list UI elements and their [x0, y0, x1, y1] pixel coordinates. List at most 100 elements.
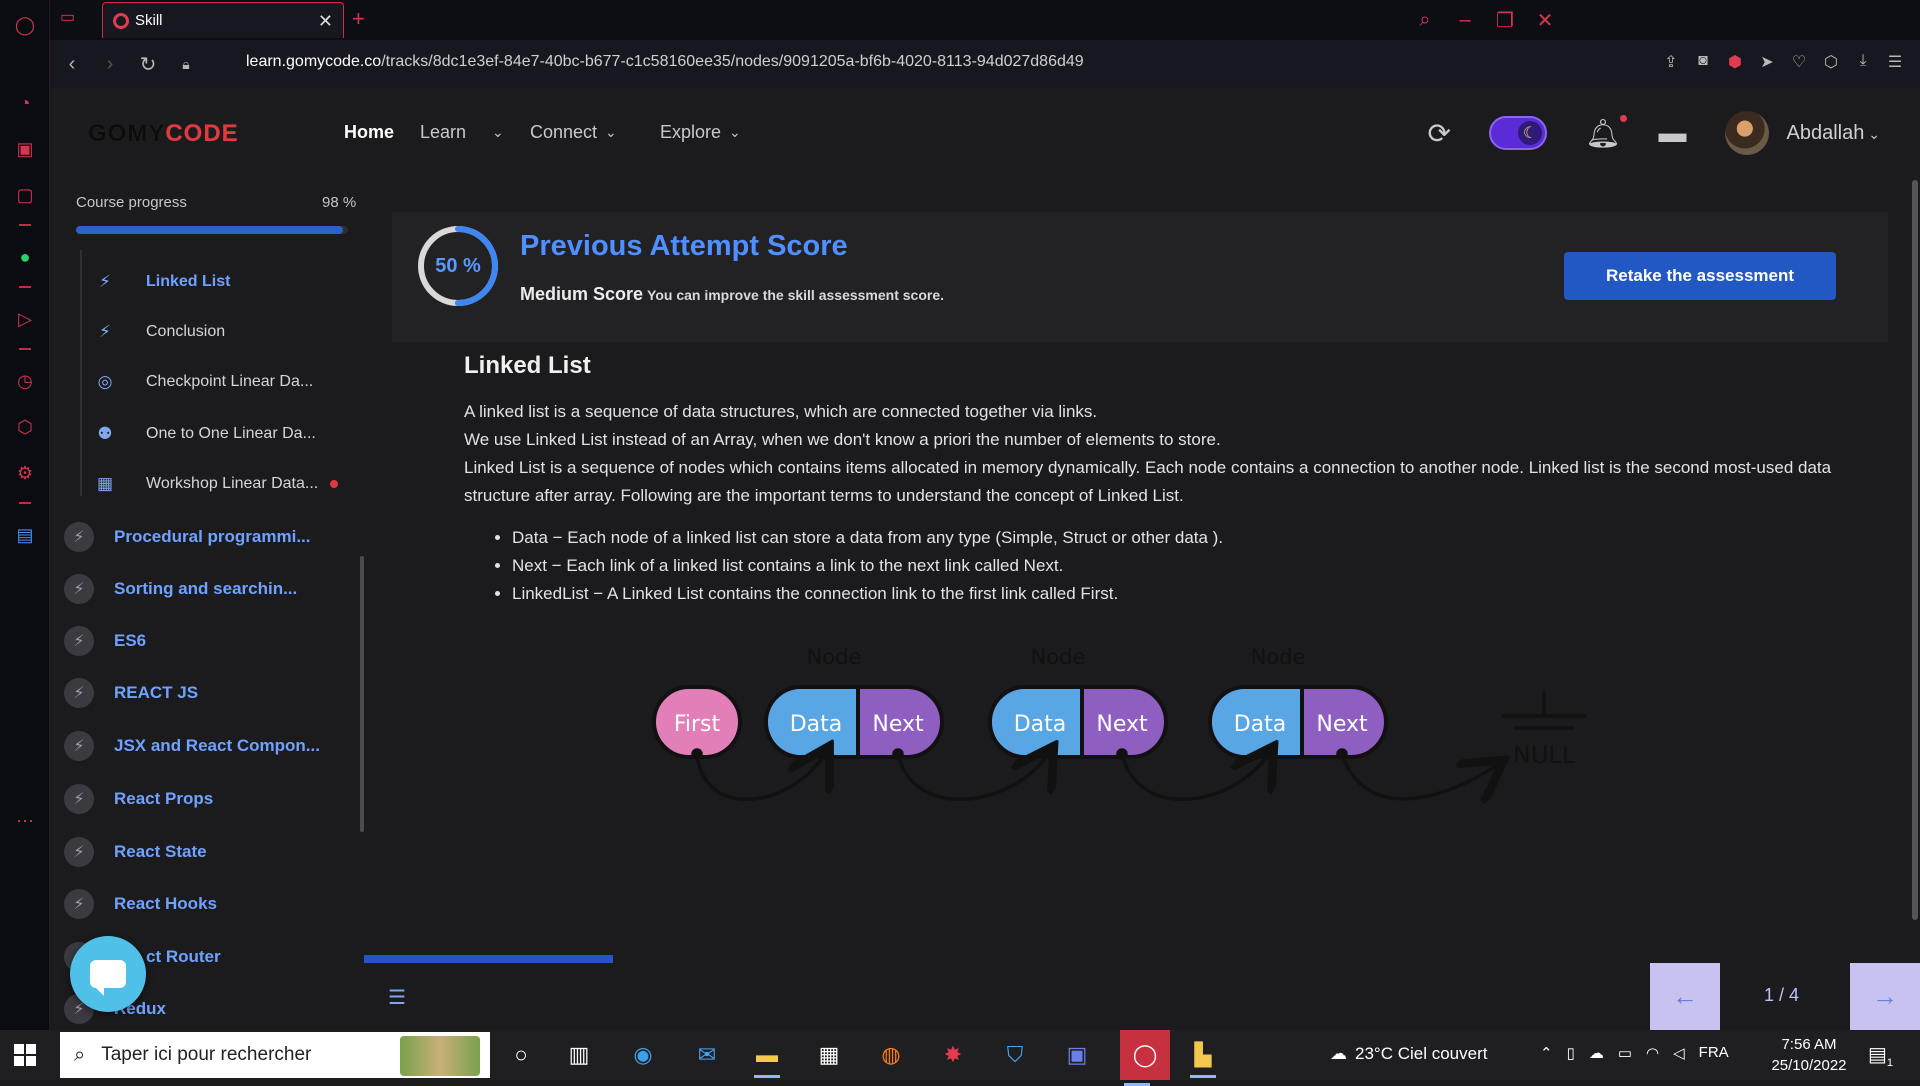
- teams-icon[interactable]: ▣: [1060, 1038, 1094, 1072]
- more-dots-icon[interactable]: ⋯: [12, 808, 38, 834]
- search-tabs-icon[interactable]: ⌕: [1410, 6, 1440, 34]
- sidebar-item-conclusion[interactable]: ⚡︎ Conclusion: [50, 312, 360, 352]
- weather-widget[interactable]: ☁ 23°C Ciel couvert: [1330, 1044, 1487, 1064]
- download-icon[interactable]: ⤓: [1854, 52, 1872, 74]
- bolt-icon: ⚡︎: [64, 626, 94, 656]
- avatar[interactable]: [1724, 111, 1769, 155]
- chapter-react-props[interactable]: ⚡︎ React Props: [64, 778, 364, 820]
- retake-assessment-button[interactable]: Retake the assessment: [1564, 252, 1836, 300]
- data-label: Data: [1014, 712, 1067, 737]
- volume-icon[interactable]: ◁: [1673, 1044, 1685, 1062]
- chapter-label: Sorting and searchin...: [114, 579, 298, 598]
- battery-icon[interactable]: ▭: [1618, 1044, 1632, 1062]
- chapter-react-js[interactable]: ⚡︎ REACT JS: [64, 672, 364, 714]
- share-icon[interactable]: ⇪: [1662, 52, 1680, 74]
- opera-logo-icon[interactable]: ◯: [12, 12, 38, 38]
- chevron-down-icon: ⌄: [1864, 125, 1880, 142]
- user-menu[interactable]: Abdallah ⌄: [1787, 122, 1880, 145]
- chapter-react-hooks[interactable]: ⚡︎ React Hooks: [64, 883, 364, 925]
- box-icon[interactable]: ⬡: [1822, 52, 1840, 74]
- list-item: Next − Each link of a linked list contai…: [512, 552, 1223, 580]
- task-view-icon[interactable]: ▥: [562, 1038, 596, 1072]
- wifi-icon[interactable]: ◠: [1646, 1044, 1659, 1062]
- send-icon[interactable]: ➤: [1758, 52, 1776, 74]
- chapter-react-state[interactable]: ⚡︎ React State: [64, 831, 364, 873]
- lesson-progress-bar: [364, 955, 613, 963]
- notes-icon[interactable]: ▙: [1186, 1038, 1220, 1078]
- action-center-icon[interactable]: ▤1: [1868, 1042, 1893, 1069]
- sidebar-item-workshop[interactable]: ▦ Workshop Linear Data...: [50, 464, 360, 504]
- data-label: Data: [1234, 712, 1287, 737]
- url-field[interactable]: learn.gomycode.co/tracks/8dc1e3ef-84e7-4…: [246, 53, 1084, 71]
- easy-setup-icon[interactable]: ☰: [1886, 52, 1904, 74]
- adblock-shield-icon[interactable]: ⬢: [1726, 52, 1744, 74]
- reload-icon[interactable]: ↻: [132, 48, 164, 80]
- taskbar-search[interactable]: ⌕ Taper ici pour rechercher: [60, 1032, 490, 1078]
- score-level: Medium Score You can improve the skill as…: [520, 284, 944, 305]
- sync-icon[interactable]: ⟳: [1428, 117, 1451, 150]
- cube-icon[interactable]: ⬡: [12, 414, 38, 440]
- restore-icon[interactable]: ❐: [1490, 6, 1520, 34]
- close-tab-icon[interactable]: ✕: [318, 11, 333, 32]
- history-icon[interactable]: ◷: [12, 368, 38, 394]
- sidebar-item-checkpoint[interactable]: ◎ Checkpoint Linear Da...: [50, 362, 360, 402]
- chapter-es6[interactable]: ⚡︎ ES6: [64, 620, 364, 662]
- new-tab-icon[interactable]: +: [352, 6, 365, 32]
- sidebar-item-one-to-one[interactable]: ⚉ One to One Linear Da...: [50, 414, 360, 454]
- main-scrollbar[interactable]: [1912, 180, 1918, 920]
- nav-home[interactable]: Home: [344, 122, 394, 143]
- gamepad-icon[interactable]: ▭: [60, 7, 75, 27]
- vpn-shield-icon[interactable]: ⛉: [998, 1038, 1032, 1072]
- whatsapp-icon[interactable]: ●: [12, 244, 38, 270]
- gomycode-logo[interactable]: GOMYCODE: [88, 120, 239, 148]
- forward-icon[interactable]: ›: [94, 48, 126, 80]
- minimize-icon[interactable]: –: [1450, 6, 1480, 34]
- opera-taskbar-icon[interactable]: ◯: [1120, 1030, 1170, 1086]
- chapter-procedural[interactable]: ⚡︎ Procedural programmi...: [64, 516, 364, 558]
- previous-page-button[interactable]: ←: [1650, 963, 1720, 1030]
- support-chat-button[interactable]: [70, 936, 146, 1012]
- node-label: Node: [1031, 645, 1086, 669]
- course-progress-bar: [76, 226, 348, 234]
- language-indicator[interactable]: FRA: [1699, 1044, 1729, 1062]
- chapter-sorting[interactable]: ⚡︎ Sorting and searchin...: [64, 568, 364, 610]
- device-icon[interactable]: ▯: [1567, 1044, 1575, 1062]
- firefox-icon[interactable]: ◍: [874, 1038, 908, 1072]
- windows-taskbar: ⌕ Taper ici pour rechercher ○ ▥ ◉ ✉ ▬ ▦ …: [0, 1030, 1920, 1086]
- twitch-icon[interactable]: ▢: [12, 182, 38, 208]
- onedrive-icon[interactable]: ☁: [1589, 1044, 1604, 1062]
- sidebar-item-linked-list[interactable]: ⚡︎ Linked List: [50, 262, 360, 302]
- next-page-button[interactable]: →: [1850, 963, 1920, 1030]
- file-explorer-icon[interactable]: ▬: [750, 1038, 784, 1078]
- nav-explore[interactable]: Explore ⌄: [660, 122, 741, 143]
- back-icon[interactable]: ‹: [56, 48, 88, 80]
- mail-icon[interactable]: ✉: [690, 1038, 724, 1072]
- edge-icon[interactable]: ◉: [626, 1038, 660, 1072]
- windows-start-icon[interactable]: [14, 1044, 36, 1066]
- browser-sidebar: ◯ ◔ ▣ ▢ ● ▷ ◷ ⬡ ⚙ ▤ ⋯: [0, 0, 50, 1030]
- store-icon[interactable]: ▦: [812, 1038, 846, 1072]
- chat-icon[interactable]: ▬: [1659, 117, 1687, 149]
- chapter-jsx[interactable]: ⚡︎ JSX and React Compon...: [64, 725, 364, 767]
- translate-icon[interactable]: ▤: [12, 522, 38, 548]
- tab-skill[interactable]: Skill ✕: [102, 2, 344, 38]
- briefcase-icon[interactable]: ▣: [12, 136, 38, 162]
- dark-mode-toggle[interactable]: ☾: [1488, 116, 1547, 150]
- app-icon[interactable]: ✸: [936, 1038, 970, 1072]
- player-icon[interactable]: ▷: [12, 306, 38, 332]
- speed-dial-icon[interactable]: ◔: [12, 90, 38, 116]
- settings-gear-icon[interactable]: ⚙: [12, 460, 38, 486]
- chevron-up-icon[interactable]: ⌃: [1540, 1044, 1553, 1062]
- next-label: Next: [872, 712, 924, 737]
- close-window-icon[interactable]: ✕: [1530, 6, 1560, 34]
- sidebar-scrollbar[interactable]: [360, 556, 364, 832]
- table-of-contents-icon[interactable]: ☰: [388, 985, 406, 1010]
- clock[interactable]: 7:56 AM 25/10/2022: [1764, 1034, 1854, 1076]
- cortana-icon[interactable]: ○: [504, 1038, 538, 1072]
- camera-icon[interactable]: ◙: [1694, 52, 1712, 74]
- nav-connect[interactable]: Connect ⌄: [530, 122, 617, 143]
- node-label: Node: [807, 645, 862, 669]
- heart-icon[interactable]: ♡: [1790, 52, 1808, 74]
- bell-icon[interactable]: 🔔︎: [1585, 114, 1627, 150]
- nav-learn[interactable]: Learn ⌄: [420, 122, 504, 143]
